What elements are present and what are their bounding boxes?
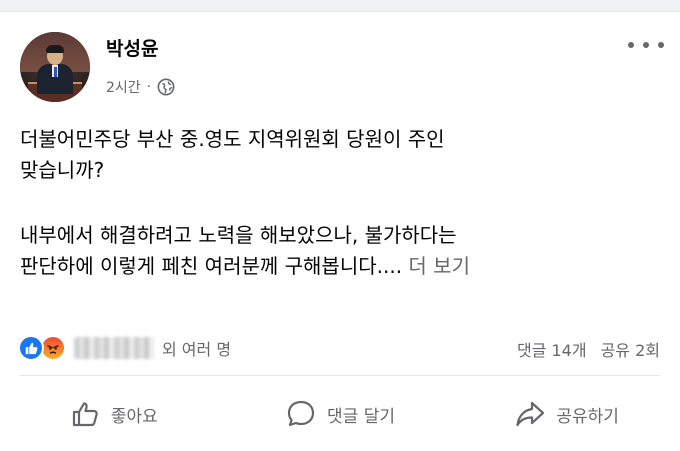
avatar[interactable] (20, 32, 90, 102)
comment-count[interactable]: 댓글 14개 (517, 337, 587, 361)
post-line: 맞습니까? (20, 158, 105, 182)
like-button-label: 좋아요 (110, 406, 158, 427)
post-line: 내부에서 해결하려고 노력을 해보았으나, 불가하다는 (20, 223, 457, 247)
like-reaction-icon[interactable] (18, 335, 44, 361)
top-divider (0, 0, 680, 12)
share-button-label: 공유하기 (556, 406, 619, 427)
reaction-others-text[interactable]: 외 여러 명 (162, 336, 231, 360)
share-count[interactable]: 공유 2회 (601, 337, 660, 361)
share-arrow-icon (516, 401, 545, 427)
actions-divider (20, 375, 660, 376)
post-line: 판단하에 이렇게 페친 여러분께 구해봅니다.... (20, 254, 403, 278)
post-actions: 좋아요 댓글 달기 공유하기 (0, 392, 680, 436)
see-more-link[interactable]: 더 보기 (408, 254, 470, 278)
post-line: 더불어민주당 부산 중.영도 지역위원회 당원이 주인 (20, 127, 445, 151)
like-button[interactable]: 좋아요 (0, 392, 227, 436)
post-meta: 2시간 · (106, 77, 175, 97)
meta-separator: · (146, 79, 152, 95)
comment-button[interactable]: 댓글 달기 (227, 392, 454, 436)
post-time[interactable]: 2시간 (106, 77, 141, 97)
blurred-reactor-name (74, 337, 154, 359)
author-name[interactable]: 박성윤 (106, 34, 158, 61)
more-options-icon[interactable] (628, 38, 664, 52)
globe-icon[interactable] (157, 78, 175, 96)
comment-bubble-icon (287, 400, 315, 427)
post-text: 더불어민주당 부산 중.영도 지역위원회 당원이 주인 맞습니까? 내부에서 해… (20, 124, 660, 282)
reactions-bar: 외 여러 명 댓글 14개 공유 2회 (18, 335, 666, 361)
share-button[interactable]: 공유하기 (453, 392, 680, 436)
engagement-counts: 댓글 14개 공유 2회 (517, 337, 660, 361)
post-header: 박성윤 2시간 · (20, 30, 670, 105)
thumbs-up-icon (72, 402, 98, 427)
comment-button-label: 댓글 달기 (327, 406, 395, 427)
post-line-last: 판단하에 이렇게 페친 여러분께 구해봅니다.... 더 보기 (20, 251, 660, 282)
